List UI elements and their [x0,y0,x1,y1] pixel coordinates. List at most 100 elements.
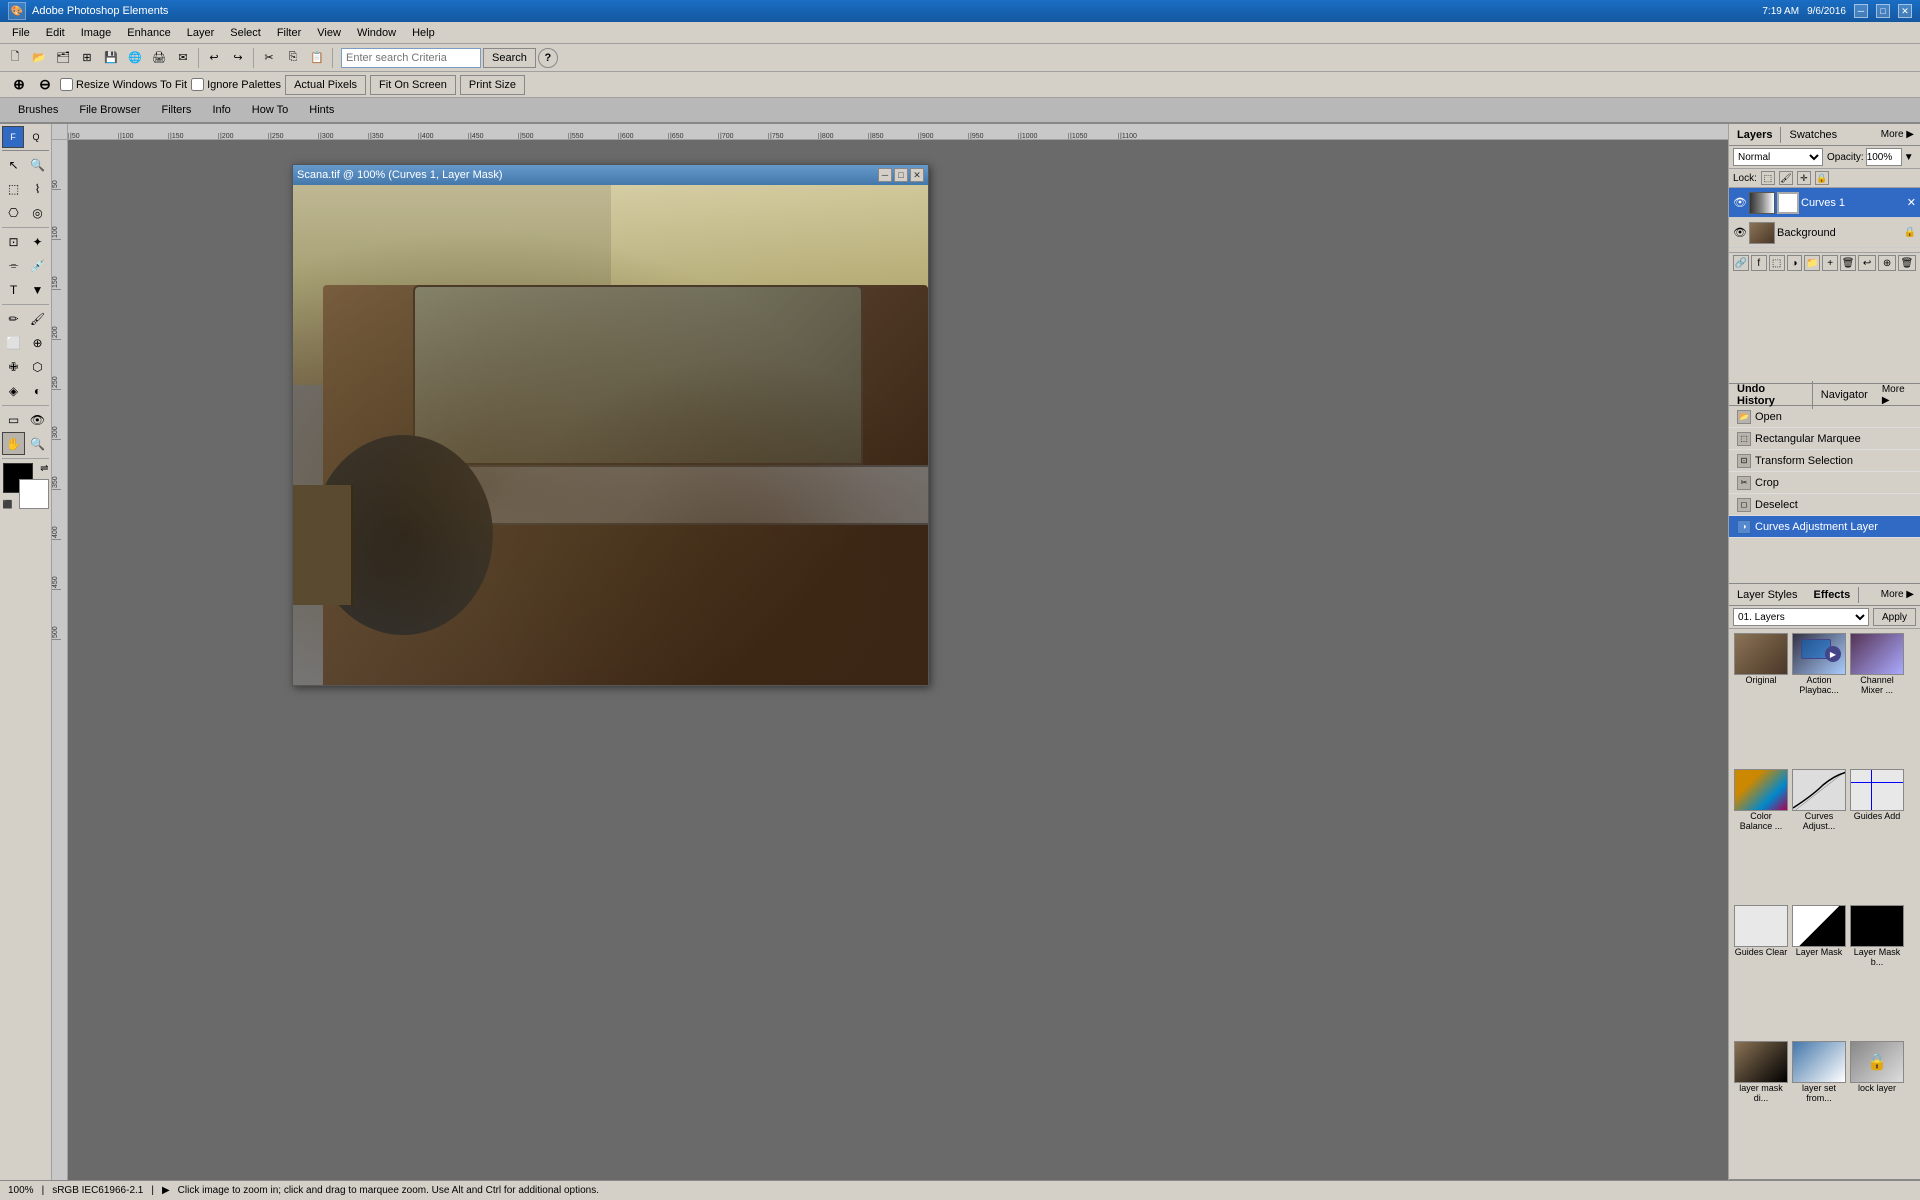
menu-select[interactable]: Select [222,25,269,41]
hand-tool[interactable]: ✋ [2,432,25,455]
search-input[interactable] [341,48,481,68]
effect-layer-mask-d[interactable]: layer mask di... [1733,1041,1789,1175]
cookie-cutter[interactable]: ✦ [26,230,49,253]
layer-background[interactable]: 👁 Background 🔒 [1729,218,1920,248]
effect-layer-set-from[interactable]: layer set from... [1791,1041,1847,1175]
lasso-tool[interactable]: ⌇ [26,177,49,200]
blend-mode-select[interactable]: Normal Dissolve Multiply [1733,148,1823,166]
history-open[interactable]: 📂 Open [1729,406,1920,428]
paint-bucket-tool[interactable]: ▼ [26,278,49,301]
fit-on-screen-button[interactable]: Fit On Screen [370,75,456,95]
browse-button[interactable]: 🗂 [52,47,74,69]
photo-canvas[interactable] [293,185,928,685]
search-button[interactable]: Search [483,48,536,68]
effects-category-select[interactable]: 01. Layers 02. Adjustments 03. Styles [1733,608,1869,626]
shortcut-brushes[interactable]: Brushes [8,101,68,119]
effect-guides-clear[interactable]: Guides Clear [1733,905,1789,1039]
menu-help[interactable]: Help [404,25,443,41]
shortcut-filters[interactable]: Filters [151,101,201,119]
opacity-arrow[interactable]: ▼ [1904,152,1914,163]
effects-tab[interactable]: Effects [1806,587,1860,603]
blur-tool[interactable]: ⬡ [26,355,49,378]
color-swatches[interactable]: ⇌ ⬛ [3,463,49,509]
resize-windows-checkbox[interactable]: Resize Windows To Fit [60,78,187,91]
eraser-tool[interactable]: ⬜ [2,331,25,354]
swap-colors-icon[interactable]: ⇌ [40,463,48,474]
paste-button[interactable]: 📋 [306,47,328,69]
background-color[interactable] [19,479,49,509]
shortcut-hints[interactable]: Hints [299,101,344,119]
menu-window[interactable]: Window [349,25,404,41]
history-transform[interactable]: ⊡ Transform Selection [1729,450,1920,472]
menu-view[interactable]: View [309,25,349,41]
effect-guides-add[interactable]: Guides Add [1849,769,1905,903]
effect-layer-mask-b[interactable]: Layer Mask b... [1849,905,1905,1039]
menu-image[interactable]: Image [73,25,120,41]
new-file-button[interactable]: 🗋 [4,47,26,69]
image-window-controls[interactable]: ─ □ ✕ [878,168,924,182]
shortcut-howto[interactable]: How To [242,101,298,119]
effect-channel-mixer[interactable]: Channel Mixer ... [1849,633,1905,767]
menu-filter[interactable]: Filter [269,25,309,41]
history-curves-layer[interactable]: ◑ Curves Adjustment Layer [1729,516,1920,538]
red-eye-tool[interactable]: 👁 [26,408,49,431]
history-crop[interactable]: ✂ Crop [1729,472,1920,494]
layers-group-button[interactable]: 📁 [1804,255,1820,271]
close-button[interactable]: ✕ [1898,4,1912,18]
zoom-in-btn[interactable]: ⊕ [8,74,30,96]
swatches-tab[interactable]: Swatches [1781,127,1845,143]
effect-lock-layer[interactable]: 🔒 lock layer [1849,1041,1905,1175]
open-recent-button[interactable]: ⊞ [76,47,98,69]
shortcut-filebrowser[interactable]: File Browser [69,101,150,119]
lock-pixels-icon[interactable]: 🖌 [1779,171,1793,185]
shortcut-info[interactable]: Info [202,101,240,119]
layers-more-button[interactable]: More ▶ [1875,127,1920,142]
menu-file[interactable]: File [4,25,38,41]
effect-action-playback[interactable]: ▶ Action Playbac... [1791,633,1847,767]
reset-colors-icon[interactable]: ⬛ [3,500,13,509]
ignore-palettes-checkbox[interactable]: Ignore Palettes [191,78,281,91]
tool-mode-full[interactable]: F [2,126,24,148]
effect-curves-adjust[interactable]: Curves Adjust... [1791,769,1847,903]
shape-tool[interactable]: ▭ [2,408,25,431]
layers-delete-button[interactable]: 🗑 [1840,255,1856,271]
layers-style-button[interactable]: f [1751,255,1767,271]
layers-link-button[interactable]: 🔗 [1733,255,1749,271]
layers-tab[interactable]: Layers [1729,127,1781,143]
image-minimize-button[interactable]: ─ [878,168,892,182]
redo-button[interactable]: ↪ [227,47,249,69]
dodge-tool[interactable]: ◐ [26,379,49,402]
print-button[interactable]: 🖨 [148,47,170,69]
minimize-button[interactable]: ─ [1854,4,1868,18]
print-size-button[interactable]: Print Size [460,75,525,95]
ignore-palettes-input[interactable] [191,78,204,91]
layer-curves-1[interactable]: 👁 Curves 1 ✕ [1729,188,1920,218]
layer-eye-background[interactable]: 👁 [1733,226,1747,240]
straighten-tool[interactable]: ⌯ [2,254,25,277]
magic-wand-tool[interactable]: ⎔ [2,201,25,224]
history-tab[interactable]: Undo History [1729,381,1813,409]
menu-layer[interactable]: Layer [179,25,223,41]
clone-tool[interactable]: ⊕ [26,331,49,354]
layers-new-button[interactable]: + [1822,255,1838,271]
help-button[interactable]: ? [538,48,558,68]
menu-enhance[interactable]: Enhance [119,25,178,41]
email-button[interactable]: ✉ [172,47,194,69]
tool-mode-quick[interactable]: Q [25,126,47,148]
zoom-tool[interactable]: 🔍 [26,153,49,176]
apply-button[interactable]: Apply [1873,608,1916,626]
effect-layer-mask[interactable]: Layer Mask [1791,905,1847,1039]
image-restore-button[interactable]: □ [894,168,908,182]
selection-brush[interactable]: ◎ [26,201,49,224]
eyedropper-tool[interactable]: 💉 [26,254,49,277]
layers-new-adj-button[interactable]: ◑ [1787,255,1803,271]
titlebar-right[interactable]: 7:19 AM 9/6/2016 ─ □ ✕ [1762,4,1912,18]
menu-edit[interactable]: Edit [38,25,73,41]
open-file-button[interactable]: 📂 [28,47,50,69]
layers-panel-action-3[interactable]: 🗑 [1898,255,1916,271]
maximize-button[interactable]: □ [1876,4,1890,18]
effect-color-balance[interactable]: Color Balance ... [1733,769,1789,903]
lock-transparency-icon[interactable]: ⬚ [1761,171,1775,185]
move-tool[interactable]: ↖ [2,153,25,176]
brush-tool[interactable]: 🖌 [26,307,49,330]
